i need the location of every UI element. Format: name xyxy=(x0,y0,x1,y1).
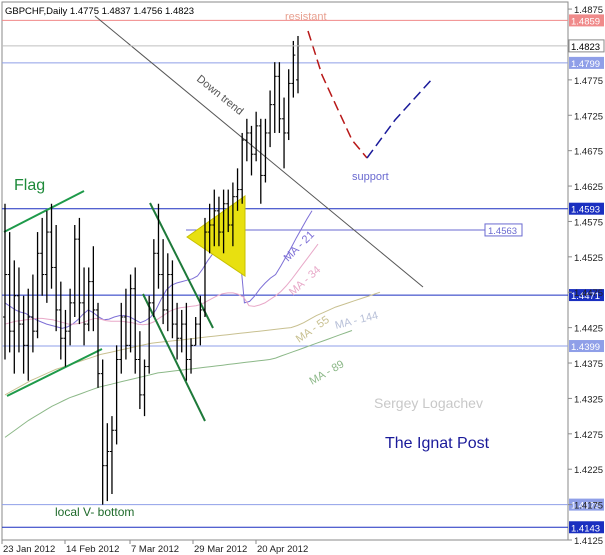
support-label: support xyxy=(352,171,389,183)
x-tick-label: 14 Feb 2012 xyxy=(66,544,119,555)
x-tick-label: 29 Mar 2012 xyxy=(194,544,247,555)
level-label: 1.4399 xyxy=(571,342,600,353)
current-price-label: 1.4823 xyxy=(571,42,600,53)
y-tick-label: 1.4675 xyxy=(574,147,603,158)
chart-header: GBPCHF,Daily 1.4775 1.4837 1.4756 1.4823 xyxy=(5,6,194,17)
level-label: 1.4593 xyxy=(571,205,600,216)
x-tick-label: 23 Jan 2012 xyxy=(3,544,55,555)
flag-label: Flag xyxy=(14,177,45,194)
x-tick-label: 7 Mar 2012 xyxy=(131,544,179,555)
y-tick-label: 1.4425 xyxy=(574,324,603,335)
resistant-label: resistant xyxy=(285,11,327,23)
y-tick-label: 1.4475 xyxy=(574,288,603,299)
local-v-bottom-label: local V- bottom xyxy=(55,505,134,519)
level-label: 1.4563 xyxy=(488,226,517,237)
y-tick-label: 1.4625 xyxy=(574,182,603,193)
y-tick-label: 1.4175 xyxy=(574,501,603,512)
y-tick-label: 1.4325 xyxy=(574,394,603,405)
forex-chart: 1.48591.47991.45931.45631.44711.43991.41… xyxy=(0,0,605,555)
level-label: 1.4859 xyxy=(571,16,600,27)
level-label: 1.4799 xyxy=(571,59,600,70)
y-tick-label: 1.4525 xyxy=(574,253,603,264)
y-tick-label: 1.4375 xyxy=(574,359,603,370)
y-tick-label: 1.4125 xyxy=(574,536,603,547)
y-tick-label: 1.4875 xyxy=(574,5,603,16)
level-label: 1.4143 xyxy=(571,523,600,534)
publisher-label: The Ignat Post xyxy=(385,435,490,452)
author-watermark: Sergey Logachev xyxy=(374,395,483,411)
y-tick-label: 1.4575 xyxy=(574,217,603,228)
y-tick-label: 1.4225 xyxy=(574,465,603,476)
y-tick-label: 1.4775 xyxy=(574,76,603,87)
x-tick-label: 20 Apr 2012 xyxy=(257,544,308,555)
y-tick-label: 1.4275 xyxy=(574,430,603,441)
y-tick-label: 1.4725 xyxy=(574,111,603,122)
